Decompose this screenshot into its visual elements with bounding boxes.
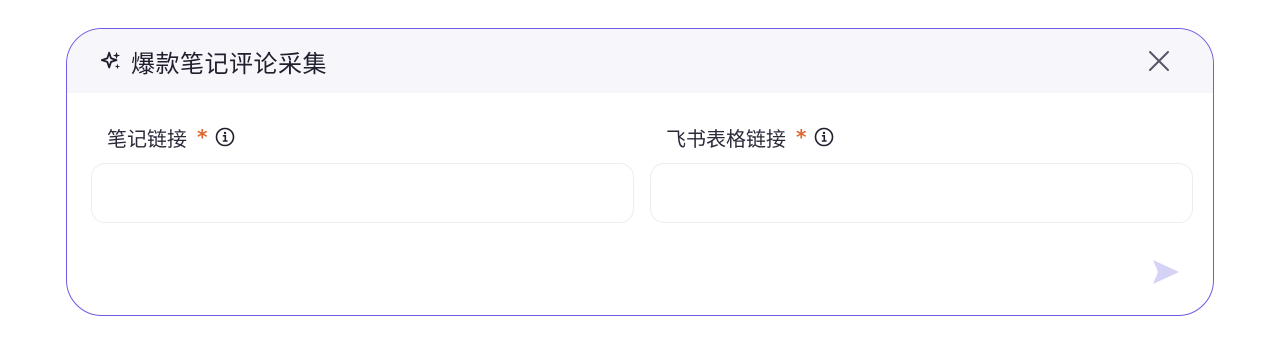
close-button[interactable] [1145, 47, 1173, 75]
send-button[interactable] [1149, 255, 1183, 289]
required-mark: * [796, 125, 807, 149]
info-icon[interactable] [215, 127, 235, 147]
required-mark: * [197, 125, 208, 149]
dialog-title-group: 爆款笔记评论采集 [99, 29, 327, 93]
note-link-field: 笔记链接 * [91, 121, 634, 223]
sparkles-icon [99, 49, 123, 73]
note-link-input[interactable] [91, 163, 634, 223]
feishu-sheet-label-row: 飞书表格链接 * [650, 121, 1193, 153]
comment-collection-dialog: 爆款笔记评论采集 笔记链接 * 飞书表格链接 * [66, 28, 1214, 316]
feishu-sheet-link-field: 飞书表格链接 * [650, 121, 1193, 223]
close-icon [1149, 51, 1169, 71]
dialog-title: 爆款笔记评论采集 [131, 49, 327, 78]
info-icon[interactable] [814, 127, 834, 147]
note-link-label-row: 笔记链接 * [91, 121, 634, 153]
feishu-sheet-link-label: 飞书表格链接 [666, 126, 786, 151]
feishu-sheet-link-input[interactable] [650, 163, 1193, 223]
note-link-label: 笔记链接 [107, 126, 187, 151]
send-icon [1153, 260, 1179, 284]
dialog-header: 爆款笔记评论采集 [67, 29, 1213, 93]
